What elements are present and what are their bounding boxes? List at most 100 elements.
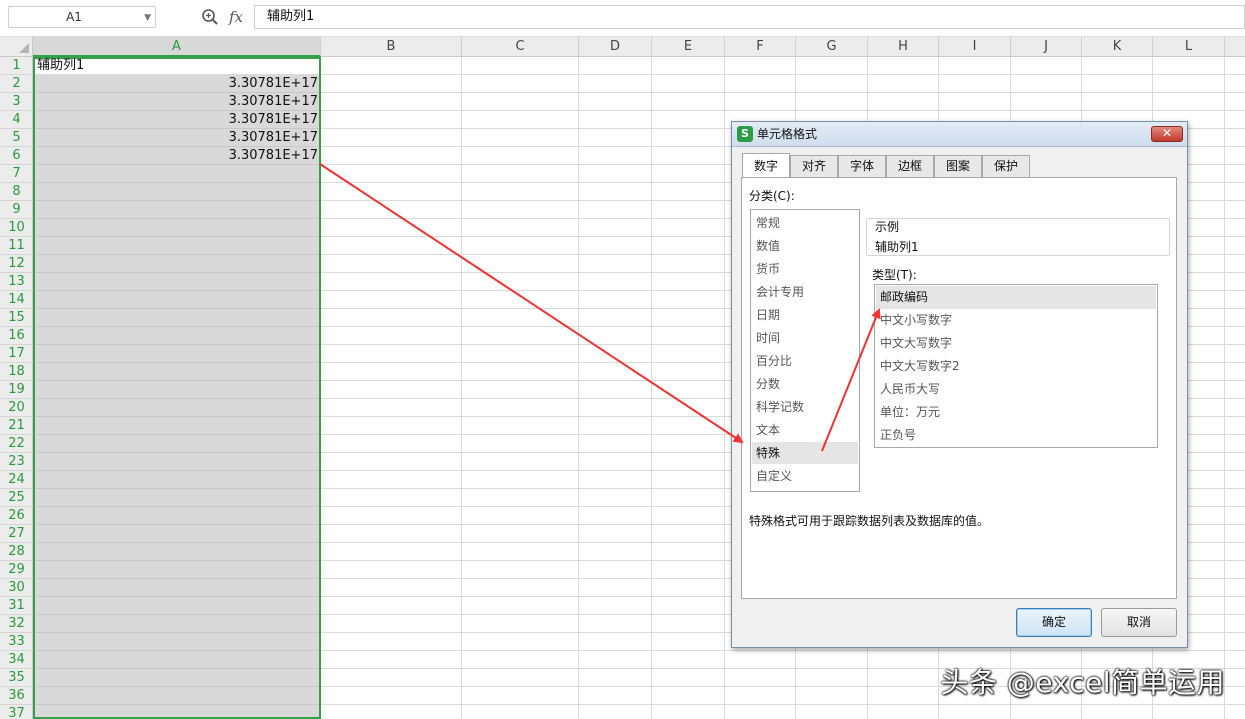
row-header-10[interactable]: 10 <box>0 219 33 237</box>
column-header-b[interactable]: B <box>321 37 462 57</box>
format-cells-dialog: S 单元格格式 ✕ 数字 对齐 字体 边框 图案 保护 分类(C): 常规 数值货… <box>731 121 1188 648</box>
row-header-4[interactable]: 4 <box>0 111 33 129</box>
cancel-button[interactable]: 取消 <box>1101 608 1177 637</box>
row-header-2[interactable]: 2 <box>0 75 33 93</box>
row-header-7[interactable]: 7 <box>0 165 33 183</box>
type-item[interactable]: 人民币大写 <box>876 378 1156 401</box>
row-header-37[interactable]: 37 <box>0 705 33 719</box>
column-header-l[interactable]: L <box>1153 37 1225 57</box>
fx-icon[interactable]: fx <box>229 7 243 27</box>
tab-number[interactable]: 数字 <box>742 153 790 177</box>
column-header-h[interactable]: H <box>868 37 939 57</box>
select-all-corner[interactable] <box>0 37 33 57</box>
type-item[interactable]: 中文大写数字2 <box>876 355 1156 378</box>
category-item[interactable]: 日期 <box>752 304 858 326</box>
column-header-c[interactable]: C <box>462 37 579 57</box>
chevron-down-icon[interactable]: ▼ <box>144 9 151 27</box>
grid-line <box>461 57 462 719</box>
row-header-36[interactable]: 36 <box>0 687 33 705</box>
row-header-34[interactable]: 34 <box>0 651 33 669</box>
row-header-31[interactable]: 31 <box>0 597 33 615</box>
row-header-21[interactable]: 21 <box>0 417 33 435</box>
row-header-24[interactable]: 24 <box>0 471 33 489</box>
type-item[interactable]: 邮政编码 <box>876 286 1156 309</box>
row-header-20[interactable]: 20 <box>0 399 33 417</box>
formula-input[interactable]: 辅助列1 <box>254 5 1245 29</box>
cell-a1[interactable]: 辅助列1 <box>37 57 84 75</box>
row-header-33[interactable]: 33 <box>0 633 33 651</box>
cell-a5[interactable]: 3.30781E+17 <box>229 129 318 147</box>
row-header-5[interactable]: 5 <box>0 129 33 147</box>
row-header-18[interactable]: 18 <box>0 363 33 381</box>
type-list[interactable]: 邮政编码 中文小写数字 中文大写数字 中文大写数字2 人民币大写 单位：万元 正负号 <box>874 284 1158 448</box>
column-header-i[interactable]: I <box>939 37 1011 57</box>
row-header-16[interactable]: 16 <box>0 327 33 345</box>
type-item[interactable]: 中文大写数字 <box>876 332 1156 355</box>
row-header-15[interactable]: 15 <box>0 309 33 327</box>
column-header-g[interactable]: G <box>796 37 868 57</box>
row-header-27[interactable]: 27 <box>0 525 33 543</box>
name-box[interactable]: A1 ▼ <box>8 6 156 28</box>
category-item[interactable]: 科学记数 <box>752 396 858 418</box>
row-header-19[interactable]: 19 <box>0 381 33 399</box>
row-header-14[interactable]: 14 <box>0 291 33 309</box>
grid-line <box>1224 57 1225 719</box>
category-label: 分类(C): <box>749 189 795 203</box>
row-header-8[interactable]: 8 <box>0 183 33 201</box>
cell-a2[interactable]: 3.30781E+17 <box>229 75 318 93</box>
row-header-13[interactable]: 13 <box>0 273 33 291</box>
category-item[interactable]: 自定义 <box>752 465 858 487</box>
column-header-k[interactable]: K <box>1082 37 1153 57</box>
column-header-j[interactable]: J <box>1011 37 1082 57</box>
type-label: 类型(T): <box>872 268 917 282</box>
column-header-f[interactable]: F <box>725 37 796 57</box>
row-header-17[interactable]: 17 <box>0 345 33 363</box>
tab-font[interactable]: 字体 <box>838 155 886 177</box>
row-header-3[interactable]: 3 <box>0 93 33 111</box>
cell-a6[interactable]: 3.30781E+17 <box>229 147 318 165</box>
category-item[interactable]: 分数 <box>752 373 858 395</box>
category-item[interactable]: 会计专用 <box>752 281 858 303</box>
category-item[interactable]: 百分比 <box>752 350 858 372</box>
row-header-1[interactable]: 1 <box>0 57 33 75</box>
column-header-d[interactable]: D <box>579 37 652 57</box>
row-header-28[interactable]: 28 <box>0 543 33 561</box>
tab-alignment[interactable]: 对齐 <box>790 155 838 177</box>
row-header-22[interactable]: 22 <box>0 435 33 453</box>
category-item[interactable]: 数值 <box>752 235 858 257</box>
dialog-titlebar[interactable]: S 单元格格式 ✕ <box>732 122 1187 147</box>
row-header-26[interactable]: 26 <box>0 507 33 525</box>
row-header-6[interactable]: 6 <box>0 147 33 165</box>
row-header-25[interactable]: 25 <box>0 489 33 507</box>
zoom-icon[interactable] <box>200 7 220 27</box>
cell-a4[interactable]: 3.30781E+17 <box>229 111 318 129</box>
row-header-12[interactable]: 12 <box>0 255 33 273</box>
row-header-35[interactable]: 35 <box>0 669 33 687</box>
category-item[interactable]: 常规 <box>752 212 858 234</box>
tab-border[interactable]: 边框 <box>886 155 934 177</box>
formula-value: 辅助列1 <box>267 9 315 24</box>
sample-box: 示例 辅助列1 <box>866 218 1170 256</box>
type-item[interactable]: 单位：万元 <box>876 401 1156 424</box>
column-header-a[interactable]: A <box>33 37 321 57</box>
row-header-23[interactable]: 23 <box>0 453 33 471</box>
row-header-11[interactable]: 11 <box>0 237 33 255</box>
tab-protection[interactable]: 保护 <box>982 155 1030 177</box>
watermark-text: 头条 @excel简单运用 <box>940 666 1225 699</box>
ok-button[interactable]: 确定 <box>1016 608 1092 637</box>
type-item[interactable]: 正负号 <box>876 424 1156 447</box>
type-item[interactable]: 中文小写数字 <box>876 309 1156 332</box>
cell-a3[interactable]: 3.30781E+17 <box>229 93 318 111</box>
category-item[interactable]: 货币 <box>752 258 858 280</box>
close-icon[interactable]: ✕ <box>1151 126 1183 142</box>
category-list[interactable]: 常规 数值 货币 会计专用 日期 时间 百分比 分数 科学记数 文本 特殊 自定义 <box>750 209 860 492</box>
tab-pattern[interactable]: 图案 <box>934 155 982 177</box>
row-header-32[interactable]: 32 <box>0 615 33 633</box>
category-item[interactable]: 特殊 <box>752 442 858 464</box>
row-header-30[interactable]: 30 <box>0 579 33 597</box>
row-header-9[interactable]: 9 <box>0 201 33 219</box>
category-item[interactable]: 时间 <box>752 327 858 349</box>
row-header-29[interactable]: 29 <box>0 561 33 579</box>
category-item[interactable]: 文本 <box>752 419 858 441</box>
column-header-e[interactable]: E <box>652 37 725 57</box>
